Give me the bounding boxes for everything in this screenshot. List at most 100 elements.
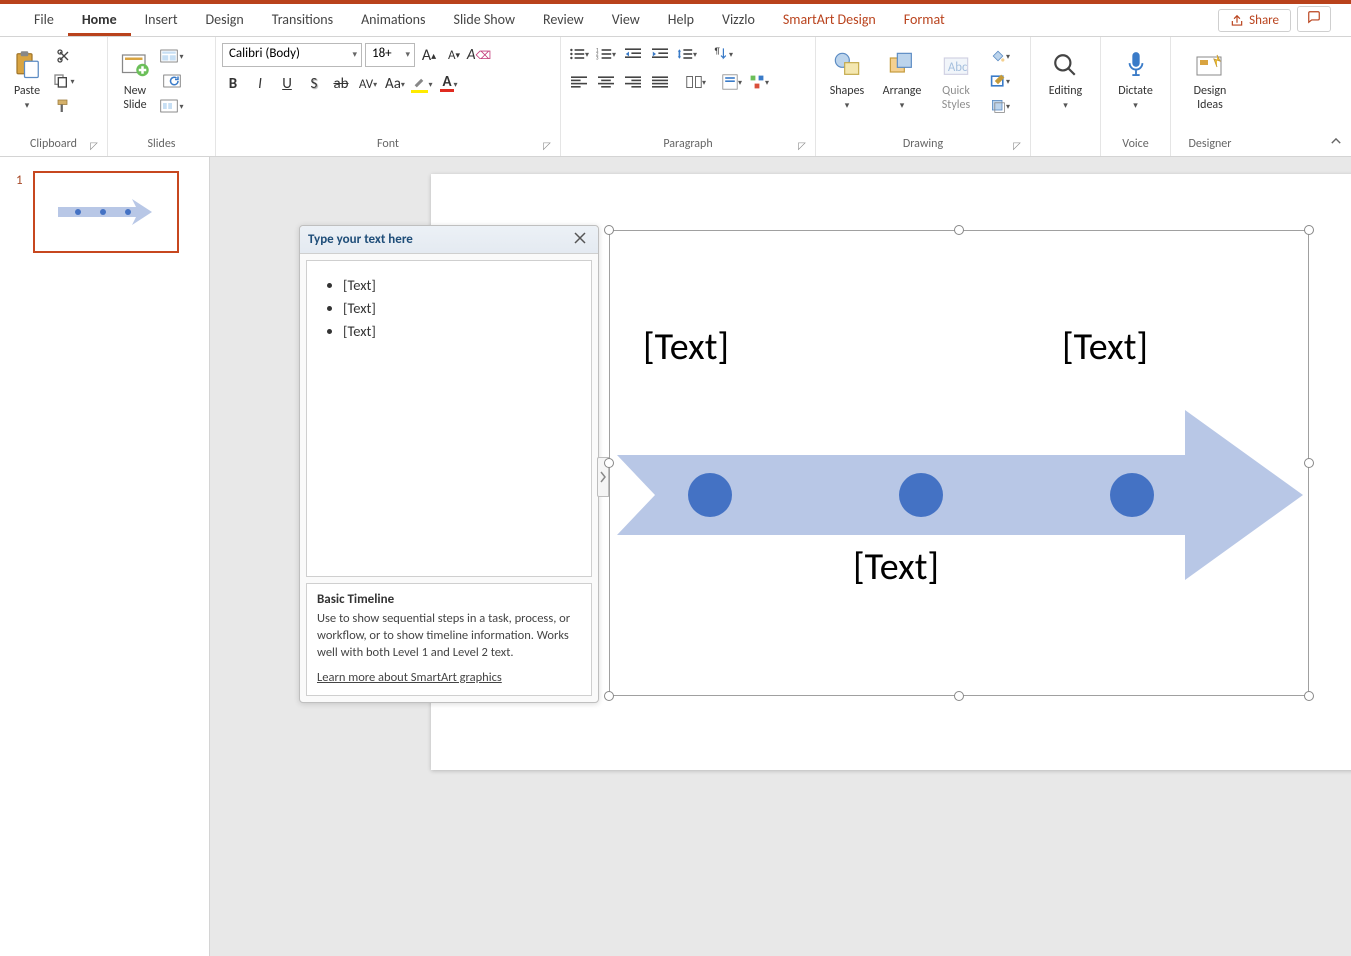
tab-insert[interactable]: Insert bbox=[131, 5, 192, 36]
resize-handle-s[interactable] bbox=[954, 691, 964, 701]
change-case-button[interactable]: Aa▾ bbox=[384, 73, 406, 95]
paragraph-launcher[interactable]: ◸ bbox=[795, 138, 809, 152]
resize-handle-se[interactable] bbox=[1304, 691, 1314, 701]
smartart-graphic[interactable]: [Text] [Text] [Text] bbox=[615, 280, 1305, 650]
copy-button[interactable]: ▾ bbox=[52, 70, 76, 92]
voice-label: Voice bbox=[1122, 137, 1148, 151]
format-painter-button[interactable] bbox=[52, 95, 76, 117]
drawing-launcher[interactable]: ◸ bbox=[1010, 138, 1024, 152]
resize-handle-sw[interactable] bbox=[604, 691, 614, 701]
editing-button[interactable]: Editing▾ bbox=[1043, 43, 1088, 133]
dictate-button[interactable]: Dictate▾ bbox=[1112, 43, 1159, 133]
grow-font-button[interactable]: A▴ bbox=[418, 44, 440, 66]
char-spacing-button[interactable]: AV▾ bbox=[357, 73, 379, 95]
font-color-button[interactable]: A▾ bbox=[438, 73, 460, 95]
clipboard-launcher[interactable]: ◸ bbox=[87, 138, 101, 152]
line-spacing-icon bbox=[677, 47, 693, 61]
bold-button[interactable]: B bbox=[222, 73, 244, 95]
increase-indent-button[interactable] bbox=[648, 43, 672, 65]
tab-transitions[interactable]: Transitions bbox=[258, 5, 347, 36]
timeline-arrow-shape[interactable] bbox=[615, 410, 1305, 620]
slide-canvas-area[interactable]: Type your text here [Text] [Text] [Text]… bbox=[210, 157, 1351, 956]
highlight-button[interactable]: ▾ bbox=[411, 73, 433, 95]
smartart-text-2[interactable]: [Text] bbox=[1062, 324, 1148, 370]
strikethrough-button[interactable]: ab bbox=[330, 73, 352, 95]
comments-button[interactable] bbox=[1297, 6, 1331, 32]
clear-formatting-button[interactable]: A⌫ bbox=[468, 44, 490, 66]
smartart-selection[interactable]: [Text] [Text] [Text] bbox=[609, 230, 1309, 696]
collapse-ribbon-button[interactable] bbox=[1329, 134, 1343, 152]
paste-button[interactable]: Paste ▾ bbox=[6, 43, 48, 133]
new-slide-button[interactable]: New Slide bbox=[114, 43, 156, 133]
columns-button[interactable]: ▾ bbox=[684, 71, 708, 93]
info-link[interactable]: Learn more about SmartArt graphics bbox=[317, 670, 581, 685]
align-left-button[interactable] bbox=[567, 71, 591, 93]
numbering-button[interactable]: 123▾ bbox=[594, 43, 618, 65]
quick-styles-icon: Abc bbox=[942, 51, 970, 79]
list-item[interactable]: [Text] bbox=[343, 299, 577, 317]
decrease-indent-button[interactable] bbox=[621, 43, 645, 65]
group-designer: Design Ideas Designer bbox=[1171, 37, 1249, 156]
tab-help[interactable]: Help bbox=[654, 5, 708, 36]
align-center-icon bbox=[598, 75, 614, 89]
design-ideas-label: Design Ideas bbox=[1194, 85, 1227, 113]
reset-button[interactable] bbox=[160, 70, 184, 92]
cut-icon bbox=[56, 48, 72, 64]
shrink-font-button[interactable]: A▾ bbox=[443, 44, 465, 66]
smartart-text-3[interactable]: [Text] bbox=[853, 544, 939, 590]
smartart-text-1[interactable]: [Text] bbox=[643, 324, 729, 370]
tab-vizzlo[interactable]: Vizzlo bbox=[708, 5, 769, 36]
resize-handle-ne[interactable] bbox=[1304, 225, 1314, 235]
convert-smartart-button[interactable]: ▾ bbox=[747, 71, 771, 93]
chevron-down-icon: ▾ bbox=[352, 49, 357, 60]
list-item[interactable]: [Text] bbox=[343, 276, 577, 294]
align-text-button[interactable]: ▾ bbox=[720, 71, 744, 93]
slide-thumbnail[interactable] bbox=[33, 171, 179, 253]
resize-handle-w[interactable] bbox=[604, 458, 614, 468]
workspace: 1 Type your text here bbox=[0, 157, 1351, 956]
tab-slideshow[interactable]: Slide Show bbox=[440, 5, 529, 36]
resize-handle-e[interactable] bbox=[1304, 458, 1314, 468]
cut-button[interactable] bbox=[52, 45, 76, 67]
underline-button[interactable]: U bbox=[276, 73, 298, 95]
text-pane-header[interactable]: Type your text here bbox=[300, 226, 598, 254]
shape-outline-button[interactable]: ▾ bbox=[988, 70, 1012, 92]
tab-format[interactable]: Format bbox=[890, 5, 959, 36]
align-right-button[interactable] bbox=[621, 71, 645, 93]
arrange-button[interactable]: Arrange▾ bbox=[876, 43, 928, 133]
align-center-button[interactable] bbox=[594, 71, 618, 93]
slide-number: 1 bbox=[16, 171, 23, 253]
format-painter-icon bbox=[55, 97, 73, 115]
section-button[interactable]: ▾ bbox=[160, 95, 184, 117]
resize-handle-n[interactable] bbox=[954, 225, 964, 235]
justify-button[interactable] bbox=[648, 71, 672, 93]
tab-smartart-design[interactable]: SmartArt Design bbox=[769, 5, 890, 36]
shape-effects-button[interactable]: ▾ bbox=[988, 95, 1012, 117]
shapes-button[interactable]: Shapes▾ bbox=[822, 43, 872, 133]
shape-fill-button[interactable]: ▾ bbox=[988, 45, 1012, 67]
list-item[interactable]: [Text] bbox=[343, 322, 577, 340]
layout-button[interactable]: ▾ bbox=[160, 45, 184, 67]
shadow-button[interactable]: S bbox=[303, 73, 325, 95]
tab-review[interactable]: Review bbox=[529, 5, 598, 36]
tab-animations[interactable]: Animations bbox=[347, 5, 439, 36]
text-direction-button[interactable]: ¶▾ bbox=[711, 43, 735, 65]
tab-file[interactable]: File bbox=[20, 5, 68, 36]
bullets-button[interactable]: ▾ bbox=[567, 43, 591, 65]
line-spacing-button[interactable]: ▾ bbox=[675, 43, 699, 65]
font-size-select[interactable]: 18+▾ bbox=[365, 43, 415, 67]
design-ideas-button[interactable]: Design Ideas bbox=[1188, 43, 1233, 133]
tab-home[interactable]: Home bbox=[68, 5, 131, 36]
font-name-select[interactable]: Calibri (Body)▾ bbox=[222, 43, 362, 67]
reset-icon bbox=[163, 74, 181, 88]
resize-handle-nw[interactable] bbox=[604, 225, 614, 235]
text-pane-list[interactable]: [Text] [Text] [Text] bbox=[306, 260, 592, 577]
tab-design[interactable]: Design bbox=[192, 5, 258, 36]
font-launcher[interactable]: ◸ bbox=[540, 138, 554, 152]
tab-view[interactable]: View bbox=[598, 5, 654, 36]
quick-styles-button[interactable]: Abc Quick Styles bbox=[932, 43, 980, 133]
close-button[interactable] bbox=[570, 231, 590, 249]
italic-button[interactable]: I bbox=[249, 73, 271, 95]
svg-text:¶: ¶ bbox=[715, 47, 721, 57]
share-button[interactable]: Share bbox=[1218, 9, 1291, 32]
